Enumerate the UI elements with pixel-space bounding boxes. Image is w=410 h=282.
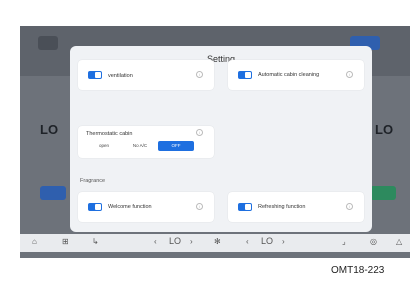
ventilation-card[interactable]: ventilation i (78, 60, 214, 90)
left-temp-value: LO (169, 236, 182, 246)
ventilation-toggle[interactable] (88, 71, 102, 79)
thermostatic-label: Thermostatic cabin (86, 131, 133, 137)
right-temp-increase-icon[interactable]: › (282, 237, 285, 246)
background-button-right (370, 186, 396, 200)
info-icon[interactable]: i (196, 129, 203, 136)
refreshing-card[interactable]: Refreshing function i (228, 192, 364, 222)
bottom-climate-bar: ⌂ ⊞ ↳ ‹ LO › ✻ ‹ LO › ⌟ ◎ △ (20, 234, 410, 252)
refreshing-label: Refreshing function (258, 204, 306, 210)
background-icon (38, 36, 58, 50)
right-temp-value: LO (261, 236, 274, 246)
warning-icon[interactable]: △ (396, 237, 402, 246)
background-left-temp: LO (40, 122, 59, 137)
welcome-label: Welcome function (108, 204, 152, 210)
info-icon[interactable]: i (196, 203, 203, 210)
auto-cleaning-label: Automatic cabin cleaning (258, 72, 320, 78)
fan-icon[interactable]: ✻ (214, 237, 221, 246)
thermostatic-segmented-control[interactable]: open No A/C OFF (86, 141, 194, 151)
auto-cleaning-card[interactable]: Automatic cabin cleaning i (228, 60, 364, 90)
refreshing-toggle[interactable] (238, 203, 252, 211)
right-temp-decrease-icon[interactable]: ‹ (246, 237, 249, 246)
apps-grid-icon[interactable]: ⊞ (62, 237, 69, 246)
settings-icon[interactable]: ◎ (370, 237, 377, 246)
info-icon[interactable]: i (196, 71, 203, 78)
left-temp-decrease-icon[interactable]: ‹ (154, 237, 157, 246)
background-right-temp: LO (375, 122, 394, 137)
background-button-left (40, 186, 66, 200)
welcome-toggle[interactable] (88, 203, 102, 211)
info-icon[interactable]: i (346, 71, 353, 78)
thermostatic-card: Thermostatic cabin i open No A/C OFF (78, 126, 214, 158)
ventilation-label: ventilation (108, 73, 133, 79)
settings-dialog: Setting ventilation i Automatic cabin cl… (70, 46, 372, 232)
left-temp-increase-icon[interactable]: › (190, 237, 193, 246)
segment-no-ac[interactable]: No A/C (122, 141, 158, 151)
auto-cleaning-toggle[interactable] (238, 71, 252, 79)
seat-heat-icon[interactable]: ⌟ (342, 237, 346, 246)
segment-off[interactable]: OFF (158, 141, 194, 151)
infotainment-screen: LO LO Setting ventilation i Automatic ca… (20, 26, 410, 258)
figure-caption: OMT18-223 (331, 265, 385, 276)
fragrance-section-label: Fragrance (80, 178, 106, 184)
welcome-card[interactable]: Welcome function i (78, 192, 214, 222)
info-icon[interactable]: i (346, 203, 353, 210)
home-icon[interactable]: ⌂ (32, 237, 37, 246)
segment-open[interactable]: open (86, 141, 122, 151)
seat-icon[interactable]: ↳ (92, 237, 99, 246)
